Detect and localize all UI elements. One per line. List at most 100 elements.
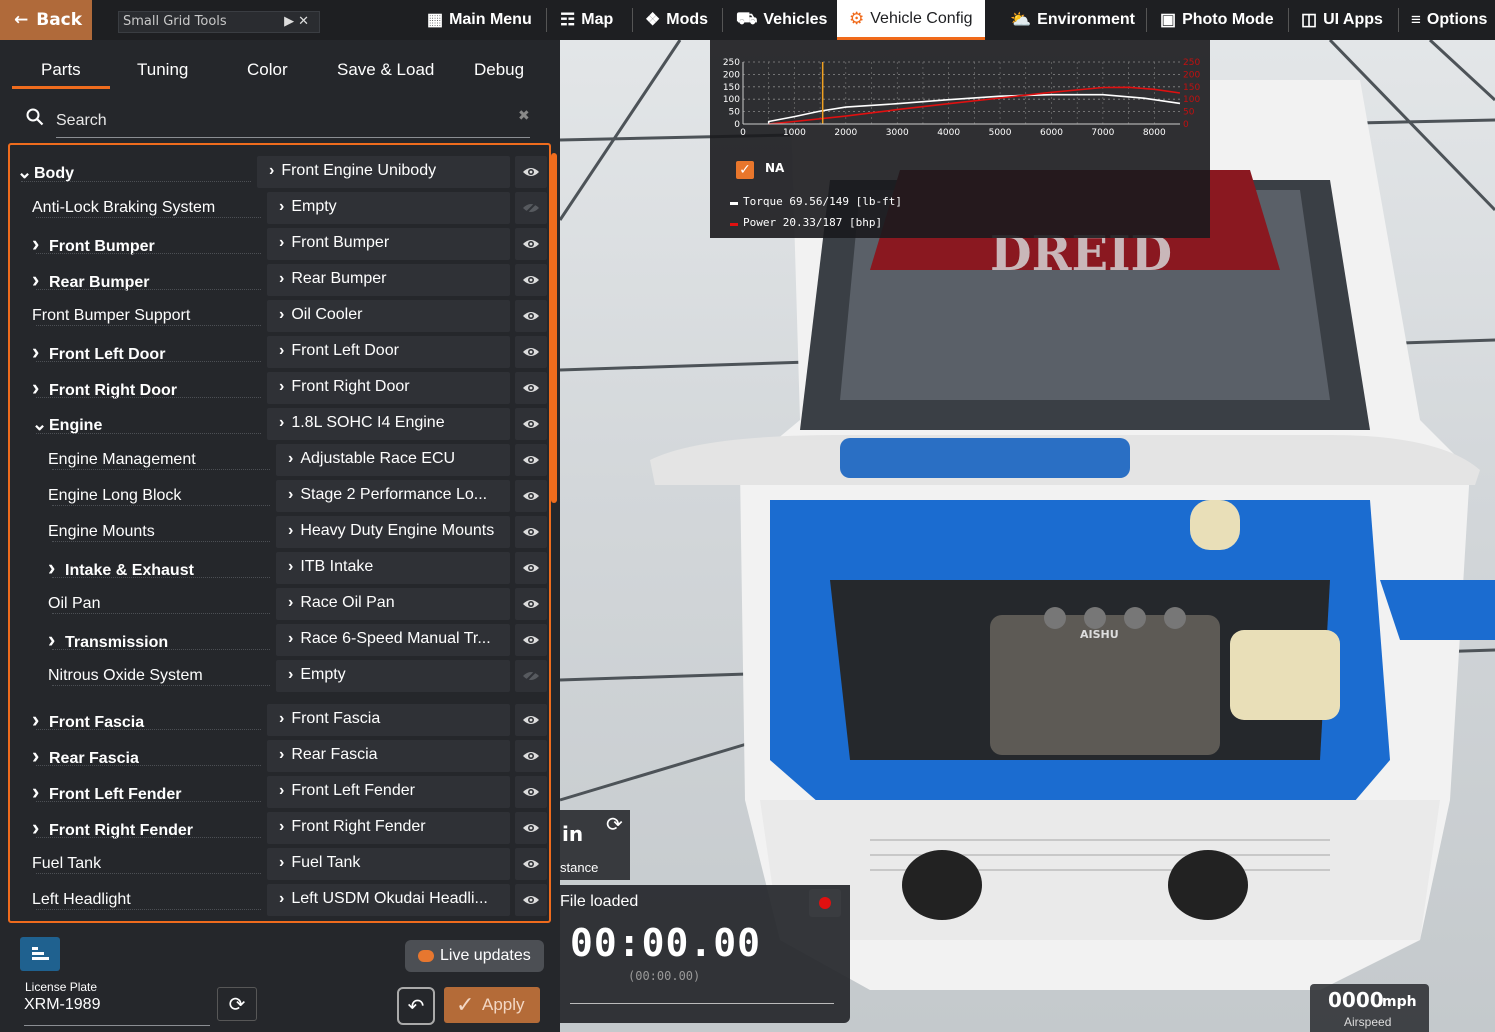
nav-photo-mode[interactable]: ▣ Photo Mode [1160, 0, 1274, 40]
tab-tuning[interactable]: Tuning [137, 60, 188, 80]
play-close-controls[interactable]: ▶✕ [284, 12, 313, 32]
eye-icon[interactable] [515, 624, 547, 656]
search-input[interactable] [56, 104, 530, 138]
apply-button[interactable]: ✓ Apply [444, 987, 540, 1023]
eye-icon[interactable] [515, 408, 547, 440]
part-selector[interactable]: › Left USDM Okudai Headli... [267, 884, 510, 916]
part-selector[interactable]: › Front Left Door [267, 336, 510, 368]
reset-icon[interactable]: ⟳ [606, 812, 623, 836]
torque-power-graph: 250 200 150 100 50 0 250 200 150 100 50 0 0 1000 2000 3… [710, 40, 1210, 238]
part-slot-label[interactable]: › Transmission [48, 622, 168, 658]
nav-options[interactable]: ≡ Options [1411, 0, 1487, 40]
eye-icon[interactable] [515, 740, 547, 772]
eye-off-icon[interactable] [515, 660, 547, 692]
chevron-down-icon[interactable]: ⌄ [17, 154, 32, 190]
eye-icon[interactable] [515, 228, 547, 260]
record-button[interactable] [809, 889, 841, 917]
chevron-right-icon[interactable]: › [32, 334, 44, 370]
eye-icon[interactable] [515, 776, 547, 808]
chevron-right-icon[interactable]: › [32, 702, 44, 738]
live-updates-toggle[interactable]: Live updates [405, 940, 544, 972]
chevron-right-icon[interactable]: › [32, 810, 44, 846]
part-selector[interactable]: › Front Fascia [267, 704, 510, 736]
part-selector[interactable]: › Heavy Duty Engine Mounts [276, 516, 510, 548]
chevron-right-icon[interactable]: › [32, 262, 44, 298]
na-checkbox[interactable]: ✓ [736, 161, 754, 179]
part-slot-label[interactable]: › Front Right Door [32, 370, 177, 406]
config-tabs: Parts Tuning Color Save & Load Debug [0, 40, 560, 90]
part-selector[interactable]: › Front Engine Unibody [257, 156, 510, 188]
license-plate-input[interactable]: XRM-1989 [24, 996, 210, 1026]
eye-icon[interactable] [515, 516, 547, 548]
part-slot-label[interactable]: ⌄ Engine [32, 406, 102, 442]
eye-icon[interactable] [515, 848, 547, 880]
chevron-right-icon: › [288, 630, 294, 647]
part-selector[interactable]: › Empty [267, 192, 510, 224]
eye-icon[interactable] [515, 552, 547, 584]
part-selector[interactable]: › Fuel Tank [267, 848, 510, 880]
eye-icon[interactable] [515, 156, 547, 188]
tab-save-load[interactable]: Save & Load [337, 60, 434, 80]
part-selector[interactable]: › Oil Cooler [267, 300, 510, 332]
part-selector[interactable]: › ITB Intake [276, 552, 510, 584]
part-selector[interactable]: › Front Bumper [267, 228, 510, 260]
nav-ui-apps[interactable]: ◫ UI Apps [1301, 0, 1383, 40]
part-slot-label[interactable]: › Front Right Fender [32, 810, 193, 846]
part-slot-label[interactable]: › Intake & Exhaust [48, 550, 194, 586]
part-selector[interactable]: › Race Oil Pan [276, 588, 510, 620]
part-slot-label[interactable]: › Front Left Fender [32, 774, 181, 810]
nav-map[interactable]: ☶ Map [560, 0, 613, 40]
eye-icon[interactable] [515, 300, 547, 332]
nav-environment[interactable]: ⛅ Environment [1010, 0, 1135, 40]
eye-icon[interactable] [515, 588, 547, 620]
eye-icon[interactable] [515, 372, 547, 404]
part-slot-label[interactable]: › Front Fascia [32, 702, 144, 738]
part-slot-label[interactable]: › Front Bumper [32, 226, 155, 262]
tab-color[interactable]: Color [247, 60, 288, 80]
part-slot-label[interactable]: › Rear Bumper [32, 262, 149, 298]
part-selector[interactable]: › Rear Fascia [267, 740, 510, 772]
chevron-right-icon[interactable]: › [32, 738, 44, 774]
eye-off-icon[interactable] [515, 192, 547, 224]
part-selector[interactable]: › Empty [276, 660, 510, 692]
part-row: › Front Fascia › Front Fascia [10, 702, 549, 738]
eye-icon[interactable] [515, 704, 547, 736]
nav-mods[interactable]: ❖ Mods [645, 0, 708, 40]
part-selector[interactable]: › Stage 2 Performance Lo... [276, 480, 510, 512]
part-selector[interactable]: › Front Right Fender [267, 812, 510, 844]
part-selector[interactable]: › 1.8L SOHC I4 Engine [267, 408, 510, 440]
chevron-right-icon[interactable]: › [32, 370, 44, 406]
back-button[interactable]: ← Back [0, 0, 92, 40]
randomize-plate-button[interactable]: ⟳ [217, 987, 257, 1021]
eye-icon[interactable] [515, 264, 547, 296]
chevron-right-icon[interactable]: › [48, 550, 60, 586]
clear-search-icon[interactable]: ✖ [518, 108, 530, 124]
eye-icon[interactable] [515, 884, 547, 916]
nav-vehicle-config[interactable]: ⚙ Vehicle Config [837, 0, 985, 40]
chevron-right-icon[interactable]: › [32, 226, 44, 262]
nav-main-menu[interactable]: ▦ Main Menu [427, 0, 532, 40]
part-selector[interactable]: › Front Right Door [267, 372, 510, 404]
parts-scrollbar[interactable] [551, 153, 557, 503]
list-view-button[interactable] [20, 937, 60, 971]
part-slot-label[interactable]: ⌄ Body [17, 154, 74, 190]
part-selector[interactable]: › Front Left Fender [267, 776, 510, 808]
tab-parts[interactable]: Parts [12, 60, 110, 89]
ui-app-selector[interactable]: Small Grid Tools ▶✕ [118, 11, 320, 33]
chevron-right-icon[interactable]: › [48, 622, 60, 658]
nav-vehicles[interactable]: ⛟ Vehicles [736, 0, 827, 40]
part-selector[interactable]: › Adjustable Race ECU [276, 444, 510, 476]
chevron-down-icon[interactable]: ⌄ [32, 406, 47, 442]
tab-debug[interactable]: Debug [474, 60, 524, 80]
eye-icon[interactable] [515, 812, 547, 844]
part-slot-label[interactable]: › Front Left Door [32, 334, 165, 370]
chevron-right-icon[interactable]: › [32, 774, 44, 810]
eye-icon[interactable] [515, 444, 547, 476]
part-selector[interactable]: › Rear Bumper [267, 264, 510, 296]
undo-button[interactable]: ↶ [397, 987, 435, 1025]
part-slot-label: Engine Mounts [48, 523, 155, 540]
eye-icon[interactable] [515, 336, 547, 368]
part-slot-label[interactable]: › Rear Fascia [32, 738, 139, 774]
part-selector[interactable]: › Race 6-Speed Manual Tr... [276, 624, 510, 656]
eye-icon[interactable] [515, 480, 547, 512]
